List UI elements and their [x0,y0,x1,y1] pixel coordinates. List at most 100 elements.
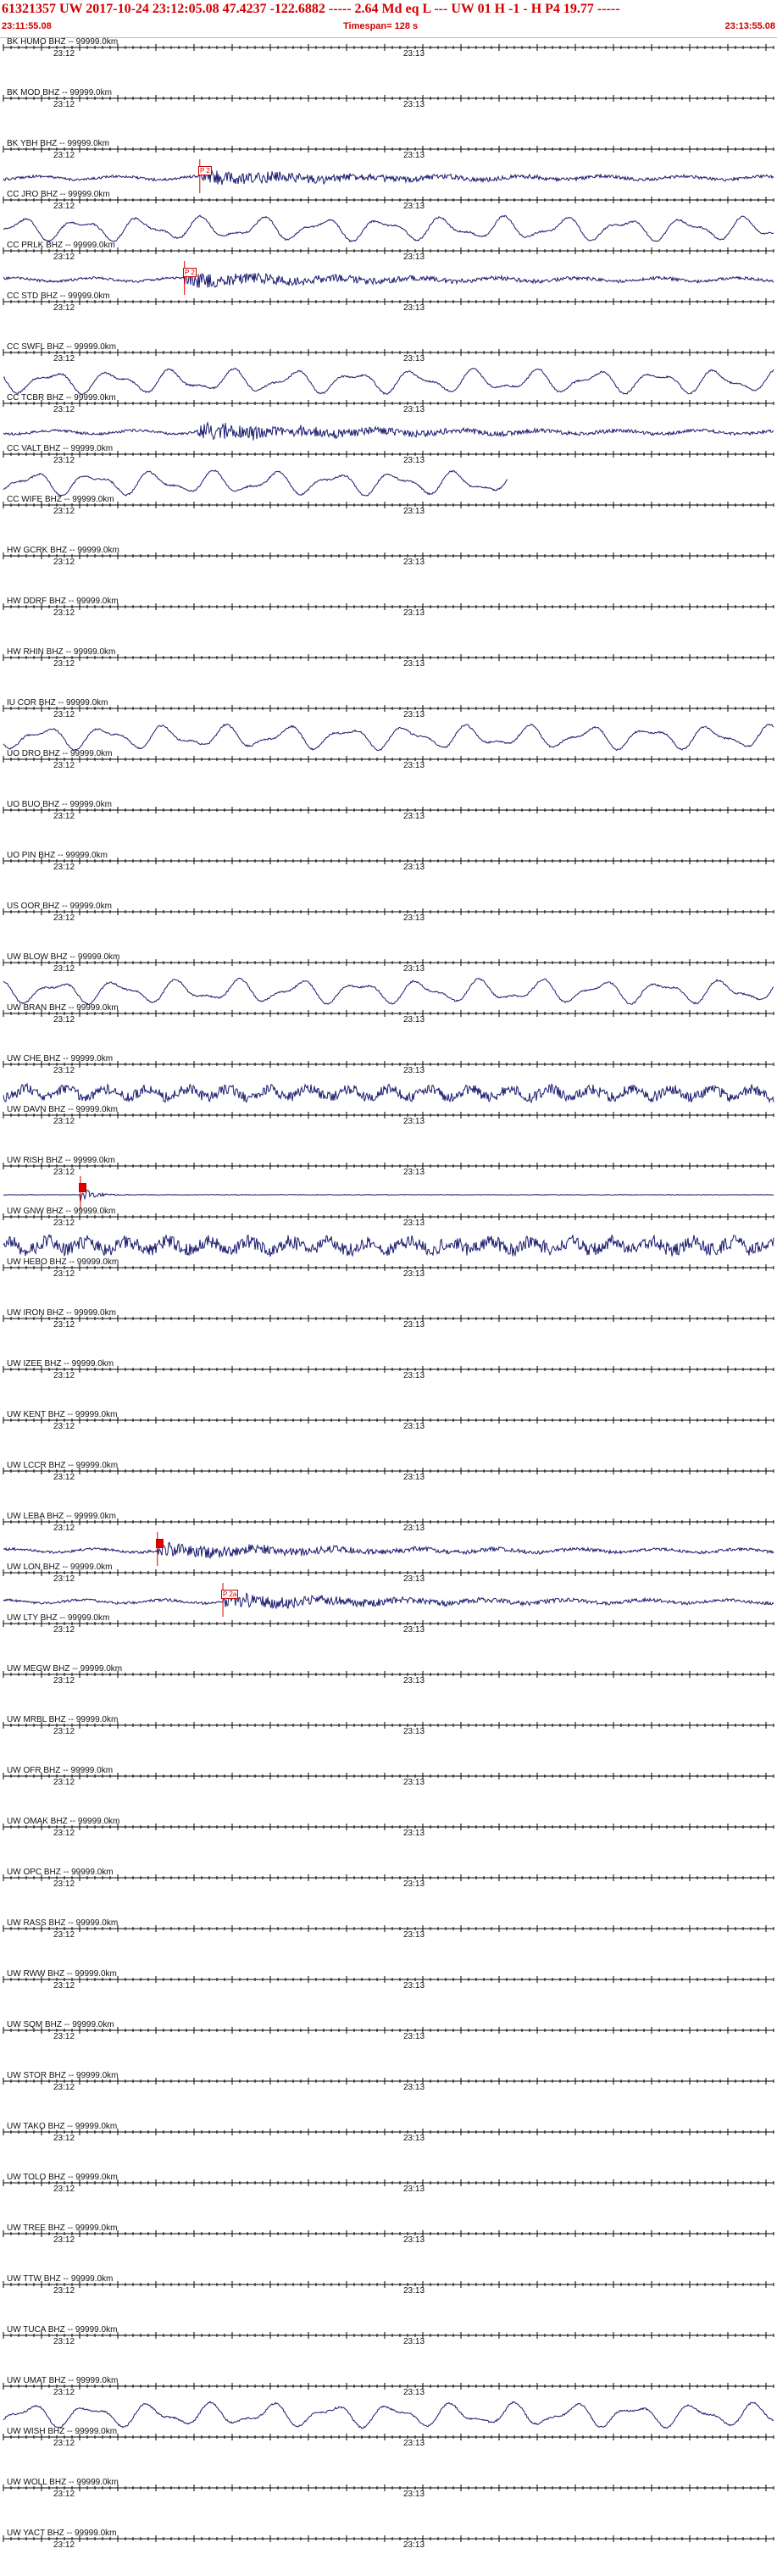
time-tick-label: 23:13 [403,1269,425,1279]
time-tick-label: 23:13 [403,2337,425,2346]
time-tick-label: 23:13 [403,2032,425,2041]
waveform [3,214,774,243]
time-tick-label: 23:12 [53,1168,75,1177]
end-time: 23:13:55.08 [724,21,775,31]
waveform [3,420,774,441]
waveform [3,1233,774,1257]
time-tick-label: 23:13 [403,1930,425,1940]
time-tick-label: 23:12 [53,1625,75,1635]
seismogram-traces [3,44,774,2542]
time-tick-label: 23:13 [403,1676,425,1685]
time-tick-label: 23:13 [403,151,425,160]
station-label: UW OPC BHZ -- 99999.0km [7,1868,114,1877]
time-tick-label: 23:13 [403,964,425,974]
event-title: 61321357 UW 2017-10-24 23:12:05.08 47.42… [2,2,620,16]
time-tick-label: 23:12 [53,1371,75,1380]
station-label: BK YBH BHZ -- 99999.0km [7,139,109,148]
time-tick-label: 23:13 [403,1422,425,1431]
waveform [3,169,774,186]
time-tick-label: 23:12 [53,1778,75,1787]
time-tick-label: 23:12 [53,558,75,567]
station-label: IU COR BHZ -- 99999.0km [7,698,108,708]
time-tick-label: 23:13 [403,507,425,516]
time-tick-label: 23:12 [53,913,75,923]
station-label: UW WISH BHZ -- 99999.0km [7,2427,118,2436]
station-label: UW HEBO BHZ -- 99999.0km [7,1257,119,1267]
time-tick-label: 23:12 [53,1879,75,1889]
time-tick-label: 23:12 [53,1473,75,1482]
station-label: UW OMAK BHZ -- 99999.0km [7,1817,120,1826]
time-tick-label: 23:13 [403,1524,425,1533]
time-tick-label: 23:12 [53,49,75,58]
phase-pick-label: P [79,1183,87,1192]
time-tick-label: 23:12 [53,1981,75,1990]
time-tick-label: 23:13 [403,608,425,618]
time-tick-label: 23:12 [53,354,75,364]
time-tick-label: 23:12 [53,2490,75,2499]
waveform [3,368,774,396]
time-tick-label: 23:12 [53,761,75,770]
time-tick-label: 23:13 [403,303,425,313]
station-label: UW UMAT BHZ -- 99999.0km [7,2376,119,2385]
time-tick-label: 23:13 [403,863,425,872]
time-tick-label: 23:12 [53,151,75,160]
time-tick-label: 23:12 [53,659,75,669]
station-label: UW RISH BHZ -- 99999.0km [7,1156,115,1165]
station-label: CC TCBR BHZ -- 99999.0km [7,393,116,402]
station-label: UW TTW BHZ -- 99999.0km [7,2274,114,2284]
station-label: UW DAVN BHZ -- 99999.0km [7,1105,118,1114]
station-label: CC JRO BHZ -- 99999.0km [7,190,110,199]
time-tick-label: 23:13 [403,659,425,669]
timespan: Timespan= 128 s [343,21,419,31]
time-tick-label: 23:13 [403,2439,425,2448]
time-tick-label: 23:12 [53,507,75,516]
time-tick-label: 23:13 [403,2134,425,2143]
station-label: UW RWW BHZ -- 99999.0km [7,1969,117,1979]
time-tick-label: 23:13 [403,1066,425,1075]
station-label: UO BUO BHZ -- 99999.0km [7,800,112,809]
time-tick-label: 23:13 [403,2388,425,2397]
station-label: US OOR BHZ -- 99999.0km [7,902,112,911]
phase-pick-label: P 2 [183,268,197,277]
station-label: UW TOLO BHZ -- 99999.0km [7,2173,118,2182]
station-label: UW KENT BHZ -- 99999.0km [7,1410,118,1419]
time-tick-label: 23:12 [53,863,75,872]
station-label: UW RASS BHZ -- 99999.0km [7,1918,119,1928]
station-label: UW BRAN BHZ -- 99999.0km [7,1003,119,1013]
station-label: UW TAKO BHZ -- 99999.0km [7,2122,118,2131]
time-tick-label: 23:12 [53,2337,75,2346]
waveform [3,1541,774,1559]
time-tick-label: 23:12 [53,1574,75,1584]
waveform [3,1592,774,1610]
time-tick-label: 23:12 [53,2185,75,2194]
time-tick-label: 23:13 [403,202,425,211]
phase-pick-label: P 2 [198,166,212,175]
station-label: BK HUMO BHZ -- 99999.0km [7,37,119,47]
station-label: UW YACT BHZ -- 99999.0km [7,2529,117,2538]
time-tick-label: 23:13 [403,405,425,414]
time-tick-label: 23:12 [53,812,75,821]
station-label: UW WOLL BHZ -- 99999.0km [7,2478,119,2487]
station-label: UO DRO BHZ -- 99999.0km [7,749,113,758]
waveform [3,1190,774,1202]
station-label: CC VALT BHZ -- 99999.0km [7,444,114,453]
station-label: UW IZEE BHZ -- 99999.0km [7,1359,114,1368]
waveform [3,269,774,288]
waveform [3,2401,774,2429]
time-tick-label: 23:12 [53,1015,75,1024]
event-header: 61321357 UW 2017-10-24 23:12:05.08 47.42… [0,0,777,38]
station-label: UW CHE BHZ -- 99999.0km [7,1054,114,1063]
time-tick-label: 23:13 [403,2286,425,2296]
time-tick-label: 23:13 [403,1320,425,1330]
station-label: CC WIFE BHZ -- 99999.0km [7,495,114,504]
waveform [3,469,508,497]
time-tick-label: 23:13 [403,558,425,567]
time-tick-label: 23:13 [403,2540,425,2550]
time-tick-label: 23:13 [403,1727,425,1736]
station-label: BK MOD BHZ -- 99999.0km [7,88,112,97]
time-tick-label: 23:12 [53,1117,75,1126]
station-label: CC STD BHZ -- 99999.0km [7,291,110,301]
time-tick-label: 23:12 [53,1727,75,1736]
time-tick-label: 23:13 [403,100,425,109]
time-tick-label: 23:12 [53,202,75,211]
